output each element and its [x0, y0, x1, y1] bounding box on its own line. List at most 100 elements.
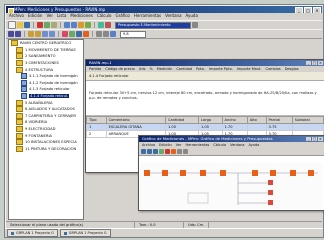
tree-item[interactable]: 4.1.4 Forjado reticul. — [9, 93, 83, 100]
tree-item[interactable]: 4 ESTRUCTURA — [9, 66, 83, 73]
zoom-in-icon[interactable] — [147, 149, 152, 154]
bold-icon[interactable] — [8, 31, 14, 37]
delete-icon[interactable] — [35, 31, 41, 37]
column-header-tipo[interactable]: Tipo — [86, 116, 107, 124]
tree-item[interactable]: 4.1.1 Forjado de hormigón — [9, 73, 83, 80]
open-folder-icon[interactable] — [17, 22, 23, 28]
tab-medicion[interactable]: Medición — [157, 66, 173, 72]
task-button[interactable]: GRPLAN 1 Proyecto G — [7, 229, 58, 237]
chart-menu-ver[interactable]: Ver — [176, 142, 182, 148]
tree-item[interactable]: 9 ELECTRICIDAD — [9, 126, 83, 133]
diagram-node[interactable] — [144, 170, 150, 176]
chart-minimize-button[interactable]: _ — [306, 136, 311, 141]
diagram-node[interactable] — [200, 170, 206, 176]
cell-largo[interactable]: 1.05 — [197, 123, 223, 131]
tab-ppto[interactable]: Ppto. — [196, 66, 205, 72]
column-header-comentario[interactable]: Comentario — [105, 116, 166, 124]
menu-calculo[interactable]: Cálculo — [97, 13, 112, 19]
tab-percent[interactable]: % — [149, 66, 152, 72]
menu-grafico[interactable]: Gráfico — [115, 13, 129, 19]
task-button[interactable]: GRPLAN 1 Proyecto G — [59, 229, 111, 237]
sheet-minimize-button[interactable]: _ — [306, 60, 311, 65]
dropdown-arrow-icon[interactable] — [192, 22, 198, 28]
copy-icon[interactable] — [44, 22, 50, 28]
italic-icon[interactable] — [15, 31, 21, 37]
diagram-node[interactable] — [268, 180, 273, 185]
diagram-node[interactable] — [290, 170, 296, 176]
tree-item[interactable]: 2 SANEAMIENTO — [9, 53, 83, 60]
diagram-node[interactable] — [180, 170, 186, 176]
diagram-node[interactable] — [308, 170, 314, 176]
item-description[interactable]: Forjado reticular 30+5 cm, nervios 12 cm… — [86, 89, 324, 116]
column-header-subtotal[interactable]: Subtotal — [291, 116, 324, 124]
tab-importe-ppto[interactable]: Importe Ppto. — [209, 66, 233, 72]
insert-icon[interactable] — [28, 31, 34, 37]
tree-item[interactable]: 11 PINTURA Y DECORACION — [9, 145, 83, 153]
chart-menu-ventana[interactable]: Ventana — [230, 142, 244, 148]
tools-icon[interactable] — [83, 31, 89, 37]
redo-icon[interactable] — [71, 22, 77, 28]
diagram-node[interactable] — [268, 190, 273, 195]
cell-ancho[interactable]: 1.70 — [221, 123, 248, 131]
sheet-maximize-button[interactable]: □ — [312, 60, 317, 65]
tab-desglos[interactable]: Desglos — [285, 66, 299, 72]
sheet-close-button[interactable]: × — [318, 60, 323, 65]
chart-menu-archivo[interactable]: Archivo — [142, 142, 155, 148]
chart-menu-edicion[interactable]: Edición — [159, 142, 172, 148]
column-header-cantidad[interactable]: Cantidad — [164, 116, 199, 124]
column-header-parcial[interactable]: Parcial — [265, 116, 293, 124]
table-row[interactable]: 1 ESCALERA GITANA 1.00 1.05 1.70 3.75 — [86, 123, 324, 131]
tree-item[interactable]: 4.1.3 Forjado reticular — [9, 86, 83, 93]
menu-lista[interactable]: Lista — [57, 13, 66, 19]
cell-tipo[interactable]: 1 — [86, 123, 107, 131]
cell-cantidad[interactable]: 1.00 — [164, 123, 199, 131]
column-header-alto[interactable]: Alto — [246, 116, 267, 124]
cut-icon[interactable] — [37, 22, 43, 28]
menu-edicion[interactable]: Edición — [28, 13, 42, 19]
budget-tree[interactable]: RAVIN CENTRO GERIATRICO 1 MOVIMIENTO DE T… — [8, 39, 84, 220]
link-icon[interactable] — [171, 149, 176, 154]
tree-item[interactable]: 8 VIDRIERIA — [9, 119, 83, 126]
cell-comentario[interactable]: ESCALERA GITANA — [105, 123, 166, 131]
tree-item[interactable]: 7 CARPINTERIA Y CERRAJER — [9, 112, 83, 120]
new-document-icon[interactable] — [8, 21, 16, 29]
chart-close-button[interactable]: × — [318, 136, 323, 141]
chart-icon[interactable] — [98, 22, 104, 28]
sum-icon[interactable] — [76, 31, 82, 37]
tab-cantidad[interactable]: Cantidad — [176, 66, 192, 72]
cell-alto[interactable] — [246, 123, 267, 131]
layout-icon[interactable] — [177, 149, 182, 154]
flag-icon[interactable] — [105, 22, 111, 28]
tree-item[interactable]: 3 CIMENTACIONES — [9, 60, 83, 67]
tab-uds[interactable]: Uds — [139, 66, 146, 72]
menu-archivo[interactable]: Archivo — [9, 13, 24, 19]
tab-cambios[interactable]: Cambios — [266, 66, 281, 72]
up-arrow-icon[interactable] — [42, 31, 48, 37]
tree-item[interactable]: 9 FONTANERIA — [9, 132, 83, 139]
chart-menu-calculo[interactable]: Cálculo — [213, 142, 226, 148]
diagram-node[interactable] — [252, 170, 258, 176]
menu-herramientas[interactable]: Herramientas — [134, 13, 161, 19]
column-header-ancho[interactable]: Ancho — [221, 116, 248, 124]
tree-item[interactable]: RAVIN CENTRO GERIATRICO — [9, 40, 83, 47]
paste-icon[interactable] — [51, 22, 57, 28]
down-arrow-icon[interactable] — [49, 31, 55, 37]
grid-icon[interactable] — [69, 31, 75, 37]
cell-subtotal[interactable] — [291, 123, 324, 131]
menu-ventana[interactable]: Ventana — [165, 13, 181, 19]
undo-icon[interactable] — [64, 22, 70, 28]
tree-item[interactable]: 6 AISLADOS Y ALICATADOS — [9, 106, 83, 113]
pan-icon[interactable] — [159, 149, 164, 154]
diagram-node[interactable] — [270, 170, 276, 176]
chart-menu-ayuda[interactable]: Ayuda — [249, 142, 260, 148]
highlight-icon[interactable] — [62, 31, 68, 37]
calculator-icon[interactable] — [85, 22, 91, 28]
menu-ver[interactable]: Ver — [46, 13, 53, 19]
zoom-field[interactable]: 9.8 — [120, 30, 146, 38]
node-icon[interactable] — [165, 149, 170, 154]
zoom-icon[interactable] — [96, 31, 102, 37]
save-icon[interactable] — [24, 22, 30, 28]
menu-mediciones[interactable]: Mediciones — [70, 13, 92, 19]
cell-tipo[interactable]: 2 — [86, 130, 107, 138]
tree-item[interactable]: 4.1.2 Forjado de hormigón — [9, 79, 83, 87]
